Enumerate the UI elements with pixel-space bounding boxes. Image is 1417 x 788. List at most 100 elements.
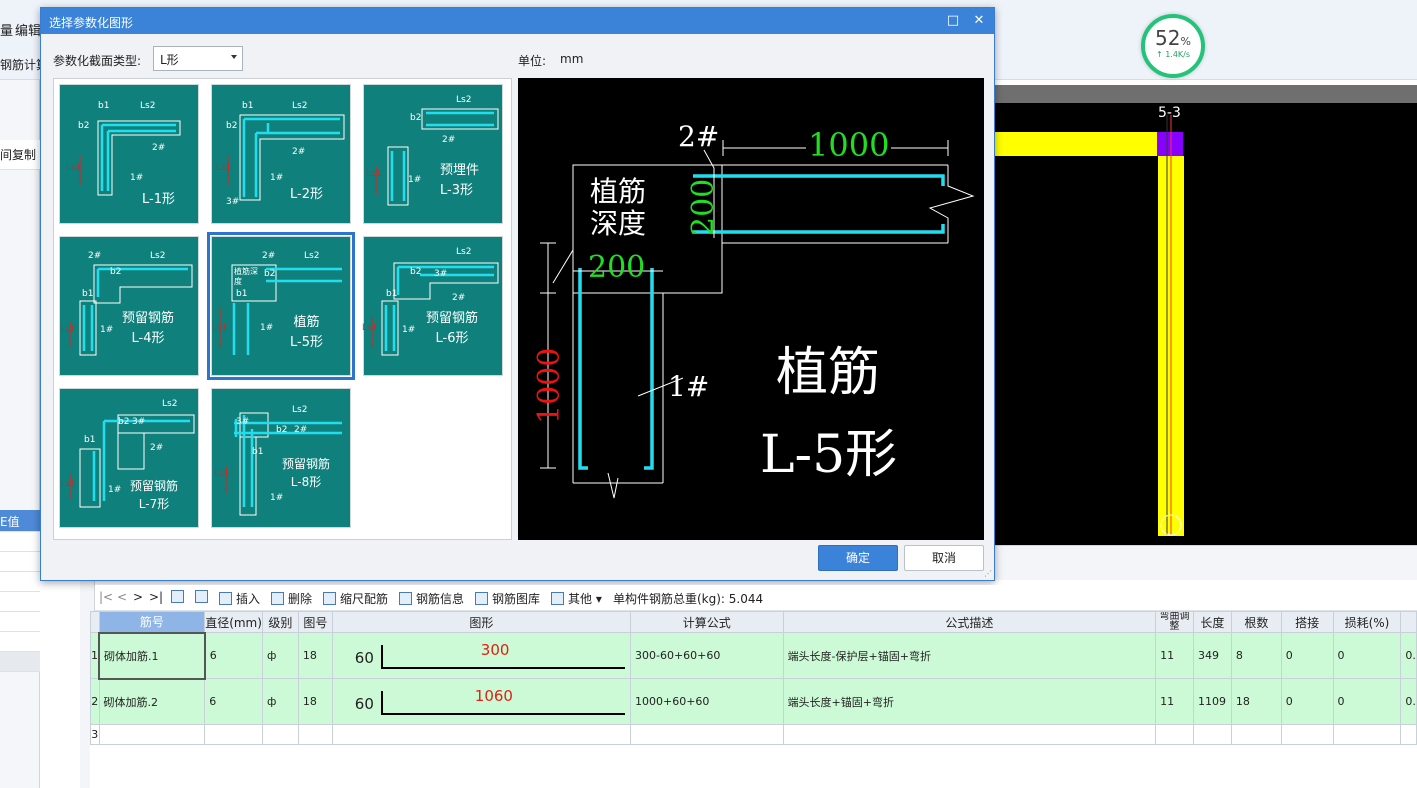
prev-record-button[interactable]: < [117, 590, 127, 604]
table-row[interactable]: 2 砌体加筋.2 6 ф 18 60 1060 1000+60+60 端头长度+… [90, 678, 1417, 725]
row-number[interactable]: 2 [90, 678, 100, 725]
scale-rebar-button[interactable]: 缩尺配筋 [323, 590, 388, 607]
cell-name[interactable]: 砌体加筋.1 [98, 631, 206, 680]
cell-empty[interactable] [1280, 724, 1334, 745]
column-header[interactable]: 筋号 [98, 611, 206, 633]
shape-thumb-l2[interactable]: b1 Ls2 b2 2# Ls1 1# 3# L-2形 [211, 84, 351, 224]
cell-empty[interactable] [204, 724, 263, 745]
shape-thumb-l1[interactable]: b1 Ls2 b2 2# Ls1 1# L-1形 [59, 84, 199, 224]
cell-empty[interactable] [297, 724, 333, 745]
rebar-info-button[interactable]: 钢筋信息 [399, 590, 464, 607]
shape-thumb-l3[interactable]: Ls2 b2 2# Ls1 1# 预埋件 L-3形 [363, 84, 503, 224]
cell-empty[interactable] [331, 724, 631, 745]
cell-empty[interactable] [629, 724, 784, 745]
cell-bend[interactable]: 11 [1155, 678, 1194, 725]
column-header[interactable]: 直径(mm) [204, 611, 263, 633]
column-header[interactable]: 长度 [1192, 611, 1232, 633]
thumb-bar-label: 2# [88, 251, 102, 261]
resize-grip-icon[interactable]: ⋰ [984, 569, 992, 578]
cell-count[interactable]: 18 [1230, 678, 1282, 725]
cancel-button[interactable]: 取消 [904, 545, 984, 571]
left-copy-item[interactable]: 间复制 [0, 140, 40, 170]
section-type-select[interactable]: L形 [153, 46, 243, 71]
cell-count[interactable]: 8 [1230, 632, 1282, 679]
table-row[interactable]: 3 [90, 724, 1417, 745]
cell-empty[interactable] [1400, 724, 1417, 745]
ribbon-tab-quantity[interactable]: 量 [0, 20, 13, 39]
cell-grade[interactable]: ф [261, 632, 299, 679]
left-row[interactable] [0, 632, 40, 652]
shape-thumb-l7[interactable]: Ls2 b2 3# b1 2# Ls1 1# 预留钢筋 L-7形 [59, 388, 199, 528]
cell-figure[interactable]: 60 1060 [331, 678, 631, 725]
move-up-button[interactable] [171, 590, 188, 604]
cell-extra[interactable]: 0. [1400, 632, 1417, 679]
cell-formula[interactable]: 300-60+60+60 [629, 632, 784, 679]
shape-thumb-l5[interactable]: 植筋深度 2# Ls2 b2 b1 Ls1 1# 植筋 L-5形 [207, 232, 355, 380]
cell-figure-no[interactable]: 18 [297, 632, 333, 679]
close-icon[interactable]: ✕ [968, 11, 990, 31]
column-header[interactable]: 图形 [331, 611, 631, 633]
left-row[interactable] [0, 612, 40, 632]
column-header[interactable]: 损耗(%) [1332, 611, 1402, 633]
cell-empty[interactable] [782, 724, 1157, 745]
left-row[interactable] [0, 552, 40, 572]
table-row[interactable]: 1 砌体加筋.1 6 ф 18 60 300 300-60+60+60 端头长度… [90, 631, 1417, 680]
cell-diameter[interactable]: 6 [204, 678, 263, 725]
maximize-icon[interactable]: □ [942, 11, 964, 31]
cell-empty[interactable] [261, 724, 299, 745]
cell-empty[interactable] [98, 724, 206, 745]
cell-loss[interactable]: 0 [1332, 632, 1402, 679]
cell-description[interactable]: 端头长度+锚固+弯折 [782, 678, 1157, 725]
cell-lap[interactable]: 0 [1280, 632, 1334, 679]
shape-thumb-l6[interactable]: Ls2 3# b2 2# b1 Ls1 1# 预留钢筋 L-6形 [362, 236, 503, 376]
dialog-titlebar[interactable]: 选择参数化图形 □ ✕ [41, 8, 994, 34]
cell-loss[interactable]: 0 [1332, 678, 1402, 725]
scale-icon [323, 592, 336, 605]
cell-bend[interactable]: 11 [1155, 632, 1194, 679]
cell-diameter[interactable]: 6 [204, 632, 263, 679]
shape-thumb-l4[interactable]: 2# Ls2 b2 b1 Ls1 1# 预留钢筋 L-4形 [59, 236, 199, 376]
first-record-button[interactable]: |< [99, 590, 113, 604]
column-header[interactable]: 根数 [1230, 611, 1282, 633]
network-speed-widget[interactable]: 52% ↑ 1.4K/s [1141, 14, 1205, 78]
last-record-button[interactable]: >| [149, 590, 163, 604]
left-row[interactable] [0, 652, 40, 672]
left-row[interactable] [0, 592, 40, 612]
column-header[interactable]: 弯曲调整 [1155, 611, 1194, 633]
ok-button[interactable]: 确定 [818, 545, 898, 571]
cell-length[interactable]: 349 [1192, 632, 1232, 679]
column-header[interactable]: 计算公式 [629, 611, 784, 633]
cell-figure-no[interactable]: 18 [297, 678, 333, 725]
cell-description[interactable]: 端头长度-保护层+锚固+弯折 [782, 632, 1157, 679]
cell-empty[interactable] [1192, 724, 1232, 745]
column-header[interactable]: 公式描述 [782, 611, 1157, 633]
row-number[interactable]: 1 [90, 632, 100, 679]
next-record-button[interactable]: > [133, 590, 143, 604]
ribbon-tab-edit[interactable]: 编辑 [15, 20, 41, 39]
row-number[interactable]: 3 [90, 724, 100, 745]
cell-grade[interactable]: ф [261, 678, 299, 725]
delete-button[interactable]: 删除 [271, 590, 312, 607]
column-header[interactable]: 级别 [261, 611, 299, 633]
cell-length[interactable]: 1109 [1192, 678, 1232, 725]
rebar-library-button[interactable]: 钢筋图库 [475, 590, 540, 607]
shape-thumb-l8[interactable]: Ls2 b2 2# b1 Ls1 1# 3# 预留钢筋 L-8形 [211, 388, 351, 528]
column-header[interactable]: 搭接 [1280, 611, 1334, 633]
cell-empty[interactable] [1155, 724, 1194, 745]
cell-name[interactable]: 砌体加筋.2 [98, 678, 206, 725]
cell-extra[interactable]: 0. [1400, 678, 1417, 725]
insert-button[interactable]: 插入 [219, 590, 260, 607]
cell-empty[interactable] [1332, 724, 1402, 745]
left-row[interactable] [0, 572, 40, 592]
cad-canvas[interactable]: 5-3 [995, 85, 1417, 545]
column-header[interactable] [1400, 611, 1417, 633]
cell-formula[interactable]: 1000+60+60 [629, 678, 784, 725]
rebar-toolbar: |< < > >| 插入 删除 缩尺配筋 钢筋信息 钢筋图库 其他 ▾ 单构件钢… [95, 585, 1417, 611]
other-menu-button[interactable]: 其他 ▾ [551, 590, 602, 607]
cell-figure[interactable]: 60 300 [331, 632, 631, 679]
move-down-button[interactable] [195, 590, 212, 604]
cell-lap[interactable]: 0 [1280, 678, 1334, 725]
left-row[interactable] [0, 532, 40, 552]
cell-empty[interactable] [1230, 724, 1282, 745]
column-header[interactable]: 图号 [297, 611, 333, 633]
